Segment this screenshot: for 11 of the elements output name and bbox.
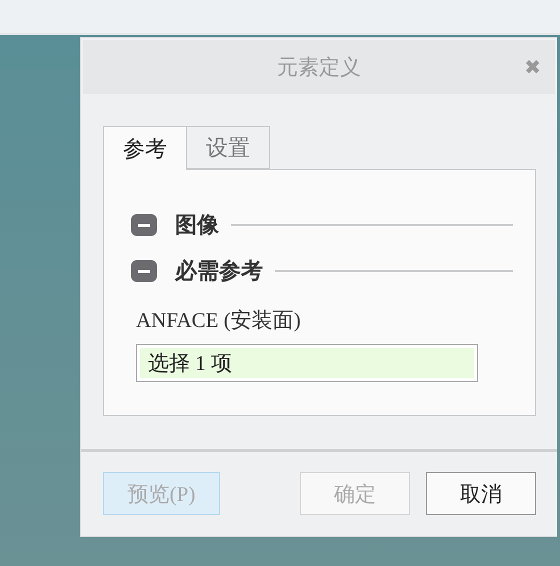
cancel-button[interactable]: 取消 xyxy=(426,472,536,515)
collapse-icon[interactable] xyxy=(131,260,157,282)
section-title: 必需参考 xyxy=(175,257,263,285)
collapse-icon[interactable] xyxy=(131,214,157,236)
section-title: 图像 xyxy=(175,211,219,239)
close-button[interactable]: ✖ xyxy=(524,55,541,79)
tab[interactable]: 设置 xyxy=(187,126,270,169)
field-label: ANFACE (安装面) xyxy=(136,307,301,334)
reference-field[interactable]: 选择 1 项 xyxy=(136,344,478,382)
tab[interactable]: 参考 xyxy=(103,126,187,170)
window-title: 元素定义 xyxy=(277,54,361,81)
